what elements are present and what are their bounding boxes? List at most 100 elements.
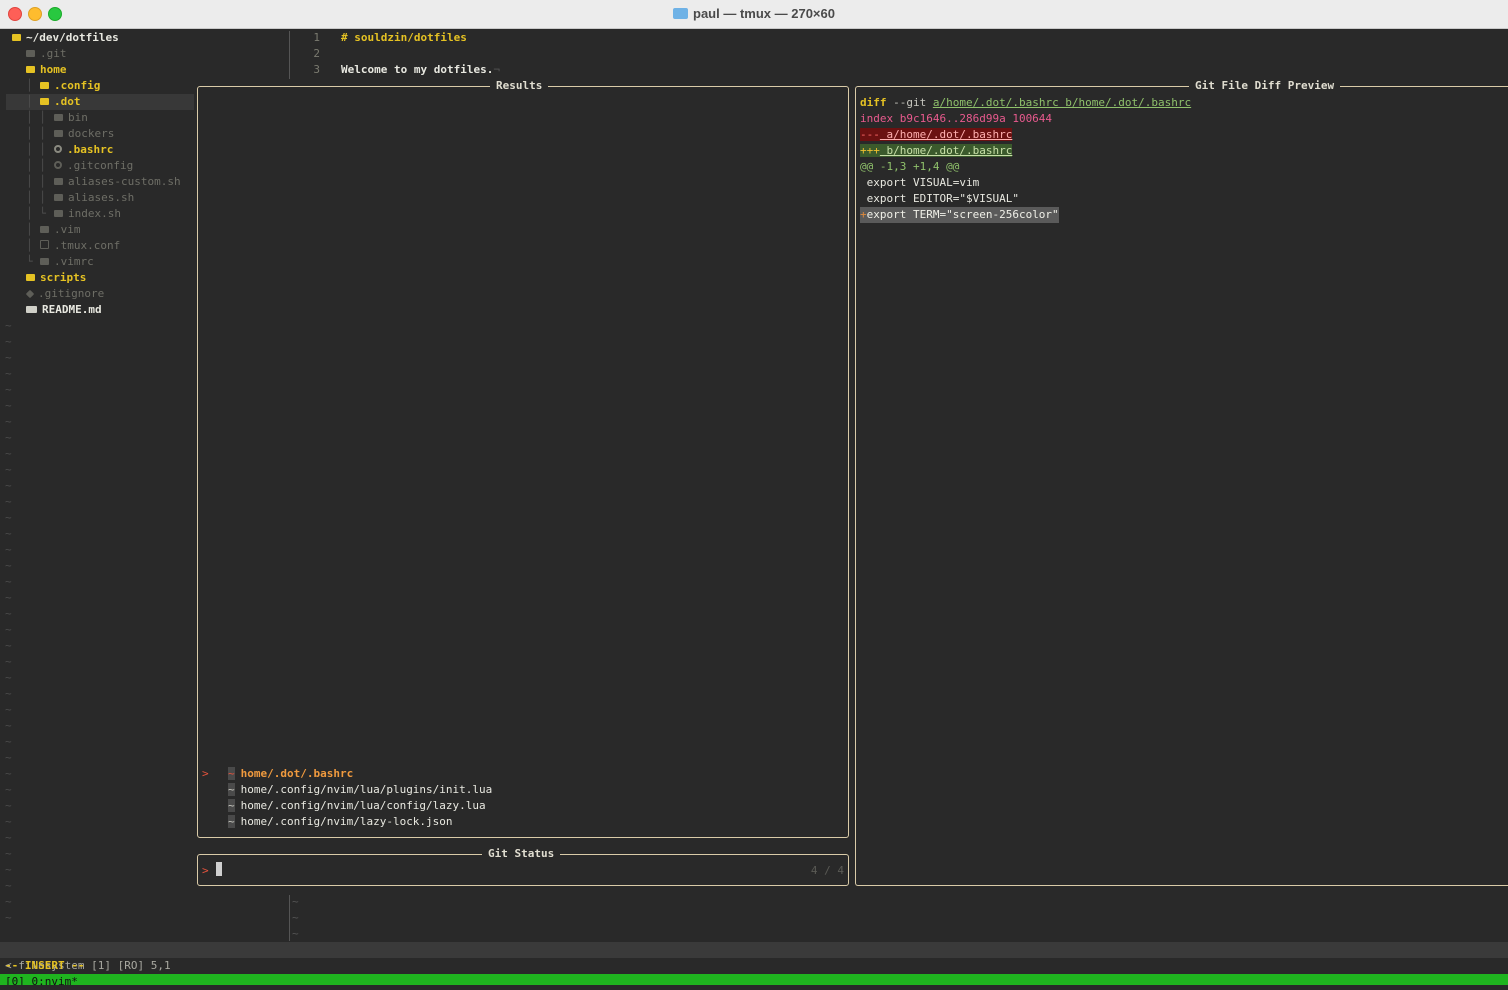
empty-line-tilde: ~: [5, 687, 12, 700]
empty-line-tilde: ~: [5, 655, 12, 668]
empty-line-tilde: ~: [5, 543, 12, 556]
folder-open-icon: [26, 66, 35, 73]
diff-minus-line: --- a/home/.dot/.bashrc: [860, 128, 1013, 141]
tree-item[interactable]: home: [26, 62, 67, 78]
empty-line-tilde: ~: [5, 831, 12, 844]
line-number: 3: [313, 63, 320, 76]
folder-icon: [673, 8, 688, 19]
window-title: paul — tmux — 270×60: [0, 6, 1508, 21]
empty-line-tilde: ~: [5, 783, 12, 796]
folder-open-icon: [40, 98, 49, 105]
tree-guide: │ │: [26, 159, 46, 172]
tree-item[interactable]: .vimrc: [40, 254, 94, 270]
tree-guide: │ └: [26, 207, 46, 220]
line-number: 2: [313, 47, 320, 60]
diff-plus-line: +++ b/home/.dot/.bashrc: [860, 144, 1013, 157]
modified-marker: ~: [228, 783, 235, 796]
editor-empty-line: ~: [292, 927, 299, 940]
tree-item[interactable]: .bashrc: [54, 142, 113, 158]
tree-item[interactable]: aliases-custom.sh: [54, 174, 181, 190]
empty-line-tilde: ~: [5, 751, 12, 764]
tmux-window-tab[interactable]: [0] 0:nvim*: [5, 974, 78, 985]
selection-caret: >: [202, 767, 209, 780]
markdown-icon: [26, 306, 37, 313]
empty-line-tilde: ~: [5, 863, 12, 876]
empty-line-tilde: ~: [5, 735, 12, 748]
diff-header: diff --git a/home/.dot/.bashrc b/home/.d…: [860, 96, 1192, 109]
tree-guide: │: [26, 95, 33, 108]
tree-item[interactable]: .vim: [40, 222, 81, 238]
tree-item[interactable]: .gitconfig: [54, 158, 133, 174]
editor-empty-line: ~: [292, 911, 299, 924]
empty-line-tilde: ~: [5, 911, 12, 924]
tree-item[interactable]: aliases.sh: [54, 190, 134, 206]
empty-line-tilde: ~: [5, 703, 12, 716]
tree-item[interactable]: .dot: [40, 94, 81, 110]
empty-line-tilde: ~: [5, 895, 12, 908]
tree-item[interactable]: .tmux.conf: [40, 238, 120, 254]
file-icon: [54, 194, 63, 201]
folder-icon: [54, 130, 63, 137]
prompt-caret: >: [202, 864, 209, 877]
file-icon: [54, 178, 63, 185]
tree-item[interactable]: .gitignore: [25, 286, 104, 302]
git-status-prompt-panel: Git Status > 4 / 4: [197, 847, 849, 886]
empty-line-tilde: ~: [5, 799, 12, 812]
empty-line-tilde: ~: [5, 879, 12, 892]
prompt-input[interactable]: [216, 862, 222, 876]
empty-line-tilde: ~: [5, 847, 12, 860]
folder-icon: [54, 114, 63, 121]
prompt-panel-title: Git Status: [482, 847, 561, 861]
editor-line-heading[interactable]: # souldzin/dotfiles: [341, 30, 467, 46]
tree-guide: │: [26, 239, 33, 252]
tree-root[interactable]: ~/dev/dotfiles: [12, 30, 119, 46]
tree-item[interactable]: scripts: [26, 270, 86, 286]
results-panel: Results > ~ home/.dot/.bashrc ~ home/.config…: [197, 79, 849, 838]
tree-item[interactable]: .git: [26, 46, 67, 62]
grid-icon: [40, 240, 49, 249]
result-count: 4 / 4: [810, 864, 844, 877]
empty-line-tilde: ~: [5, 479, 12, 492]
vim-icon: [40, 258, 49, 265]
preview-panel-title: Git File Diff Preview: [1189, 79, 1341, 93]
empty-line-tilde: ~: [5, 591, 12, 604]
empty-line-tilde: ~: [5, 511, 12, 524]
result-item[interactable]: ~ home/.config/nvim/lua/config/lazy.lua: [228, 798, 486, 814]
tree-item[interactable]: index.sh: [54, 206, 121, 222]
folder-icon: [26, 274, 35, 281]
editor-gutter-divider: [289, 895, 290, 941]
tree-guide: │: [26, 223, 33, 236]
file-icon: [54, 210, 63, 217]
diff-added-line: +export TERM="screen-256color": [860, 207, 1059, 223]
diamond-icon: [25, 289, 35, 299]
tree-item[interactable]: dockers: [54, 126, 114, 142]
empty-line-tilde: ~: [5, 671, 12, 684]
tree-guide: └: [26, 255, 33, 268]
empty-line-tilde: ~: [5, 623, 12, 636]
folder-icon: [26, 50, 35, 57]
vim-statusline: < filesystem [1] [RO] 5,1 All README.md: [0, 942, 1508, 988]
modified-marker: ~: [228, 799, 235, 812]
tree-item[interactable]: bin: [54, 110, 88, 126]
folder-open-icon: [12, 34, 21, 41]
result-item[interactable]: ~ home/.dot/.bashrc: [228, 766, 353, 782]
gear-icon: [54, 161, 62, 169]
tree-guide: │ │: [26, 127, 46, 140]
result-item[interactable]: ~ home/.config/nvim/lazy-lock.json: [228, 814, 453, 830]
tree-guide: │ │: [26, 191, 46, 204]
result-item[interactable]: ~ home/.config/nvim/lua/plugins/init.lua: [228, 782, 492, 798]
editor-line-text[interactable]: Welcome to my dotfiles.¬: [341, 62, 500, 78]
window-titlebar: paul — tmux — 270×60: [0, 0, 1508, 29]
folder-icon: [40, 226, 49, 233]
results-panel-title: Results: [490, 79, 549, 93]
editor-gutter-divider: [289, 31, 290, 79]
empty-line-tilde: ~: [5, 527, 12, 540]
tree-item[interactable]: README.md: [26, 302, 102, 318]
modified-marker: ~: [228, 767, 235, 780]
empty-line-tilde: ~: [5, 575, 12, 588]
line-number: 1: [313, 31, 320, 44]
tree-item[interactable]: .config: [40, 78, 100, 94]
diff-context-line: export EDITOR="$VISUAL": [860, 192, 1019, 205]
tree-guide: │ │: [26, 143, 46, 156]
mode-indicator: -- INSERT --: [5, 959, 85, 972]
